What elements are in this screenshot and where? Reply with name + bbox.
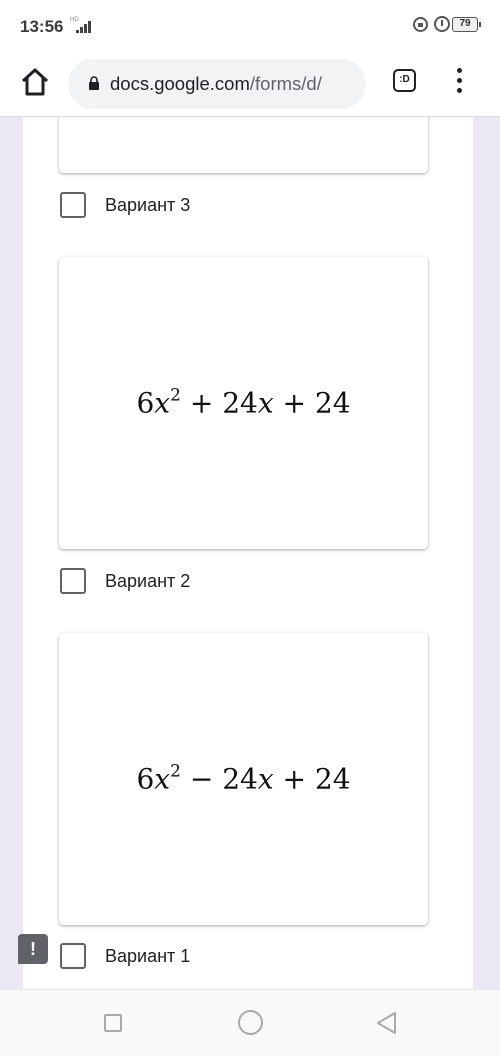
formula-var: x xyxy=(257,762,274,796)
checkbox[interactable] xyxy=(60,943,86,969)
formula-const: 24 xyxy=(314,762,351,796)
system-nav-bar xyxy=(0,989,500,1056)
option-label: Вариант 1 xyxy=(105,946,191,966)
url-host: docs.google.com xyxy=(110,73,250,94)
option-label: Вариант 3 xyxy=(105,195,191,215)
formula-op: + xyxy=(189,386,214,420)
url-text: docs.google.com/forms/d/ xyxy=(110,73,322,95)
lock-rotation-icon xyxy=(413,17,428,32)
overflow-menu-icon[interactable] xyxy=(453,66,465,96)
address-bar[interactable]: docs.google.com/forms/d/ xyxy=(68,59,366,109)
feedback-icon[interactable]: ! xyxy=(18,934,48,964)
formula-exp: 2 xyxy=(170,761,181,782)
formula-mid: 24 xyxy=(222,386,258,420)
formula-mid: 24 xyxy=(222,762,258,796)
status-time: 13:56 xyxy=(20,17,64,36)
formula-op: + xyxy=(282,762,306,796)
signal-icon: HD xyxy=(70,17,92,33)
option-image-card: 6x2 + 24x + 24 xyxy=(59,257,428,549)
browser-toolbar: docs.google.com/forms/d/ :D xyxy=(0,52,500,117)
url-path: /forms/d/ xyxy=(249,73,322,94)
option-image-card: 6x2 − 24x + 24 xyxy=(59,633,428,925)
lock-icon xyxy=(89,76,99,90)
formula-coef: 6 xyxy=(136,762,155,796)
checkbox[interactable] xyxy=(60,192,86,218)
alarm-icon xyxy=(434,16,450,32)
home-icon[interactable] xyxy=(18,65,52,99)
form-page: Вариант 3 6x2 + 24x + 24 Вариант 2 6x2 −… xyxy=(23,117,473,989)
formula-exp: 2 xyxy=(170,385,181,406)
formula-var: x xyxy=(257,386,274,420)
option-image-card xyxy=(59,117,428,173)
formula-var: x xyxy=(154,762,171,796)
checkbox[interactable] xyxy=(60,568,86,594)
formula-op: − xyxy=(189,762,214,796)
battery-icon: 79 xyxy=(452,17,481,32)
formula-coef: 6 xyxy=(136,386,155,420)
formula-text: 6x2 − 24x + 24 xyxy=(59,763,428,796)
tabs-icon[interactable]: :D xyxy=(393,69,416,92)
recents-icon[interactable] xyxy=(104,1014,122,1032)
formula-text: 6x2 + 24x + 24 xyxy=(59,387,428,420)
home-circle-icon[interactable] xyxy=(238,1010,263,1035)
formula-op: + xyxy=(282,386,306,420)
formula-const: 24 xyxy=(314,386,351,420)
back-icon[interactable] xyxy=(374,1010,398,1036)
formula-var: x xyxy=(154,386,171,420)
option-label: Вариант 2 xyxy=(105,571,191,591)
status-bar: 13:56 HD 79 xyxy=(0,0,500,52)
